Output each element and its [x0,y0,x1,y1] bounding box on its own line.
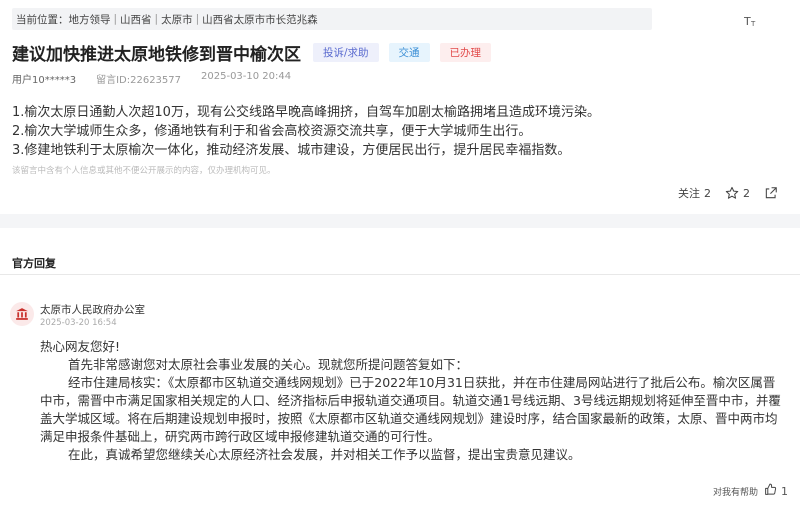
reply-date: 2025-03-20 16:54 [40,318,117,328]
content-line: 3.修建地铁利于太原榆次一体化，推动经济发展、城市建设，方便居民出行，提升居民幸… [12,143,571,158]
message-time: 2025-03-10 20:44 [201,71,292,82]
svg-text:T: T [744,15,751,28]
svg-text:T: T [750,20,756,28]
breadcrumb-separator: | [195,13,200,25]
message-meta: 用户10*****3 留言ID:22623577 2025-03-10 20:4… [12,71,311,86]
share-button[interactable] [764,186,778,200]
heading-underline [0,274,800,275]
reply-paragraph: 经市住建局核实：《太原都市区轨道交通线网规划》已于2022年10月31日获批，并… [40,375,781,444]
breadcrumb-separator: | [154,13,159,25]
tag-status: 已办理 [439,43,492,62]
helpful-button[interactable]: 对我有帮助 1 [713,483,788,499]
content-line: 1.榆次太原日通勤人次超10万，现有公交线路早晚高峰拥挤，自驾车加剧太榆路拥堵且… [12,105,600,120]
helpful-label: 对我有帮助 [712,487,758,498]
official-reply-body: 热心网友您好! 首先非常感谢您对太原社会事业发展的关心。现就您所提问题答复如下：… [40,338,785,464]
page-title: 建议加快推进太原地铁修到晋中榆次区 [12,45,301,65]
government-building-icon [10,302,34,326]
reply-paragraph: 在此，真诚希望您继续关心太原经济社会发展，并对相关工作予以监督，提出宝贵意见建议… [68,447,581,462]
breadcrumb-item-leaders[interactable]: 地方领导 [69,12,111,27]
reply-org-name: 太原市人民政府办公室 [40,304,145,316]
breadcrumb-item-mayor[interactable]: 山西省太原市市长范兆森 [202,12,318,27]
breadcrumb-label: 当前位置： [16,13,69,26]
content-line: 2.榆次大学城师生众多，修通地铁有利于和省会高校资源交流共享，便于大学城师生出行… [12,124,532,139]
message-content: 1.榆次太原日通勤人次超10万，现有公交线路早晚高峰拥挤，自驾车加剧太榆路拥堵且… [12,103,600,160]
breadcrumb: 当前位置： 地方领导 | 山西省 | 太原市 | 山西省太原市市长范兆森 [12,8,652,30]
breadcrumb-separator: | [113,13,118,25]
user-name: 用户10*****3 [12,75,77,86]
helpful-count: 1 [781,484,788,498]
star-icon [725,186,739,200]
breadcrumb-item-province[interactable]: 山西省 [120,12,152,27]
font-size-icon[interactable]: TT [743,14,758,31]
reply-greeting: 热心网友您好! [40,339,121,354]
follow-count: 2 [704,186,711,200]
star-button[interactable]: 2 [725,186,750,200]
message-actions: 关注 2 2 [664,185,778,201]
message-id: 留言ID:22623577 [96,75,182,86]
breadcrumb-item-city[interactable]: 太原市 [161,12,193,27]
official-reply-heading: 官方回复 [12,257,56,270]
tag-category: 投诉/求助 [313,43,379,62]
share-icon [764,186,778,200]
tag-domain: 交通 [388,43,430,62]
follow-button[interactable]: 关注 2 [678,185,711,201]
section-divider [0,214,800,228]
title-row: 建议加快推进太原地铁修到晋中榆次区 投诉/求助 交通 已办理 [12,40,492,65]
star-count: 2 [743,186,750,200]
thumbs-up-icon [764,483,777,499]
follow-label: 关注 [678,187,700,200]
privacy-note: 该留言中含有个人信息或其他不便公开展示的内容，仅办理机构可见。 [12,166,276,176]
reply-paragraph: 首先非常感谢您对太原社会事业发展的关心。现就您所提问题答复如下： [68,357,469,372]
top-bar: 当前位置： 地方领导 | 山西省 | 太原市 | 山西省太原市市长范兆森 TT [0,8,800,32]
